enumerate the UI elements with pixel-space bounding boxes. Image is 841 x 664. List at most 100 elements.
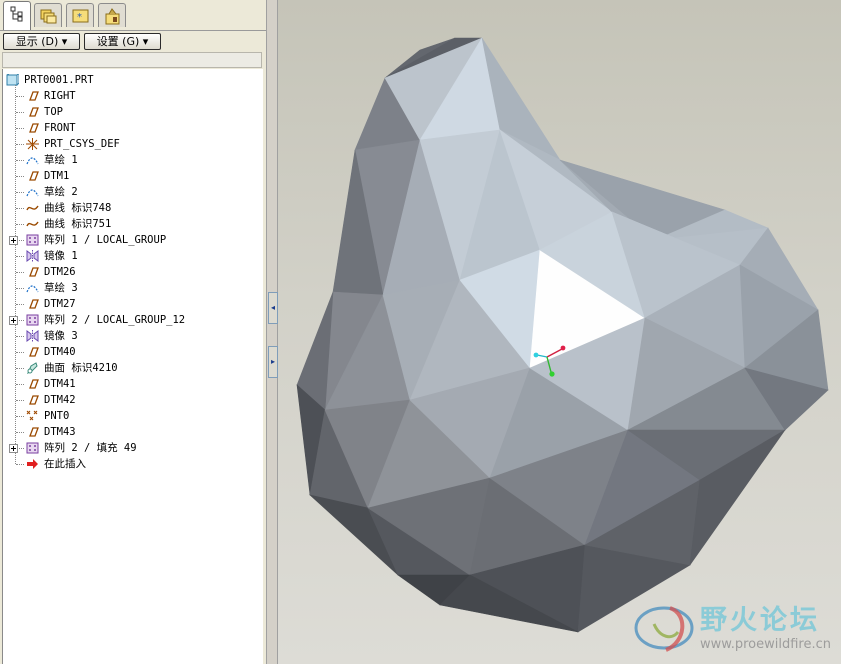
tree-item-label: 在此插入 <box>44 458 86 470</box>
tree-item[interactable]: 阵列 2 / LOCAL_GROUP_12 <box>3 312 261 328</box>
tree-item[interactable]: FRONT <box>3 120 261 136</box>
pattern-icon <box>26 314 39 326</box>
tree-root-label: PRT0001.PRT <box>24 74 94 86</box>
navigator-tab-bar: * <box>0 0 266 30</box>
tree-item[interactable]: 草绘 1 <box>3 152 261 168</box>
tree-item-label: DTM43 <box>44 426 76 438</box>
curve-icon <box>26 205 39 211</box>
tree-branch-line <box>16 368 24 369</box>
tab-model-tree[interactable] <box>3 1 31 30</box>
show-menu-button[interactable]: 显示 (D) ▾ <box>3 33 80 50</box>
tree-item[interactable]: 曲面 标识4210 <box>3 360 261 376</box>
tree-branch-line <box>16 144 24 145</box>
panel-splitter[interactable]: ◂ ▸ <box>266 0 278 664</box>
datum-plane-icon <box>29 379 39 389</box>
mirror-icon <box>26 330 39 342</box>
tree-item-label: RIGHT <box>44 90 76 102</box>
tree-item[interactable]: DTM26 <box>3 264 261 280</box>
tree-branch-line <box>16 352 24 353</box>
tree-item-label: 镜像 1 <box>44 250 78 262</box>
tree-item-label: 曲线 标识751 <box>44 218 112 230</box>
tree-item[interactable]: DTM42 <box>3 392 261 408</box>
tree-item[interactable]: PRT_CSYS_DEF <box>3 136 261 152</box>
datum-plane-icon <box>29 395 39 405</box>
expand-plus-icon[interactable] <box>9 236 18 245</box>
datum-plane-icon <box>29 123 39 133</box>
tree-item-label: 阵列 2 / LOCAL_GROUP_12 <box>44 314 186 326</box>
tree-item-label: 曲线 标识748 <box>44 202 112 214</box>
expand-plus-icon[interactable] <box>9 444 18 453</box>
tree-branch-line <box>16 192 24 193</box>
settings-menu-button[interactable]: 设置 (G) ▾ <box>84 33 161 50</box>
tree-item-label: FRONT <box>44 122 76 134</box>
datum-plane-icon <box>29 171 39 181</box>
tab-favorites[interactable]: * <box>66 3 94 27</box>
graphics-viewport[interactable] <box>278 0 841 664</box>
tree-branch-line <box>16 288 24 289</box>
tree-item-label: DTM42 <box>44 394 76 406</box>
tree-item[interactable]: RIGHT <box>3 88 261 104</box>
tree-item[interactable]: 镜像 1 <box>3 248 261 264</box>
model-tree-toolbar: 显示 (D) ▾ 设置 (G) ▾ <box>0 30 266 53</box>
datum-plane-icon <box>29 267 39 277</box>
tree-item[interactable]: DTM1 <box>3 168 261 184</box>
tab-connections[interactable] <box>98 3 126 27</box>
tree-branch-line <box>16 432 24 433</box>
tree-item[interactable]: 阵列 1 / LOCAL_GROUP <box>3 232 261 248</box>
datum-plane-icon <box>29 91 39 101</box>
tree-item[interactable]: 草绘 3 <box>3 280 261 296</box>
insert-here-marker[interactable]: 在此插入 <box>3 456 261 472</box>
watermark-url: www.proewildfire.cn <box>700 637 831 652</box>
collapse-left-arrow-icon[interactable]: ◂ <box>268 292 278 324</box>
model-tree-panel: * 显示 (D) ▾ 设置 (G) ▾ PRT0001.PRT RIGHT TOP F… <box>0 0 266 664</box>
tree-branch-line <box>16 224 24 225</box>
model-tree: PRT0001.PRT RIGHT TOP FRONT PRT_CSYS_DEF 草绘 1… <box>2 69 263 664</box>
expand-plus-icon[interactable] <box>9 316 18 325</box>
tree-branch-line <box>16 416 24 417</box>
datum-point-icon <box>26 410 38 421</box>
tree-branch-line <box>16 384 24 385</box>
tree-item-label: PNT0 <box>44 410 70 422</box>
tree-item[interactable]: DTM41 <box>3 376 261 392</box>
favorites-icon: * <box>72 9 89 23</box>
tree-item[interactable]: DTM40 <box>3 344 261 360</box>
watermark-title: 野火论坛 <box>700 605 820 636</box>
tree-item[interactable]: DTM27 <box>3 296 261 312</box>
sketch-icon <box>26 157 39 165</box>
tree-item[interactable]: PNT0 <box>3 408 261 424</box>
tree-item-label: 曲面 标识4210 <box>44 362 118 374</box>
tree-branch-line <box>16 208 24 209</box>
connections-icon <box>105 8 120 25</box>
faceted-3d-model <box>296 37 829 633</box>
tree-item[interactable]: 镜像 3 <box>3 328 261 344</box>
tree-branch-line <box>16 96 24 97</box>
sketch-icon <box>26 189 39 197</box>
tree-branch-line <box>16 272 24 273</box>
tree-item-label: DTM1 <box>44 170 70 182</box>
expand-right-arrow-icon[interactable]: ▸ <box>268 346 278 378</box>
tree-item-label: TOP <box>44 106 63 118</box>
tree-item-label: PRT_CSYS_DEF <box>44 138 120 150</box>
tree-item[interactable]: 曲线 标识748 <box>3 200 261 216</box>
part-icon <box>6 74 19 86</box>
tree-branch-line <box>16 464 24 465</box>
tree-item[interactable]: DTM43 <box>3 424 261 440</box>
tab-folder-browser[interactable] <box>34 3 62 27</box>
pattern-icon <box>26 234 39 246</box>
surface-icon <box>27 362 38 374</box>
tree-branch-line <box>16 336 24 337</box>
datum-plane-icon <box>29 427 39 437</box>
tree-item[interactable]: 阵列 2 / 填充 49 <box>3 440 261 456</box>
tree-item[interactable]: 曲线 标识751 <box>3 216 261 232</box>
mirror-icon <box>26 250 39 262</box>
curve-icon <box>26 221 39 227</box>
tree-root[interactable]: PRT0001.PRT <box>3 72 261 88</box>
insert-here-arrow-icon <box>27 459 38 469</box>
tree-item[interactable]: TOP <box>3 104 261 120</box>
sketch-icon <box>26 285 39 293</box>
svg-text:*: * <box>77 12 82 23</box>
pattern-icon <box>26 442 39 454</box>
tree-item-label: DTM27 <box>44 298 76 310</box>
tree-branch-line <box>16 160 24 161</box>
tree-item[interactable]: 草绘 2 <box>3 184 261 200</box>
